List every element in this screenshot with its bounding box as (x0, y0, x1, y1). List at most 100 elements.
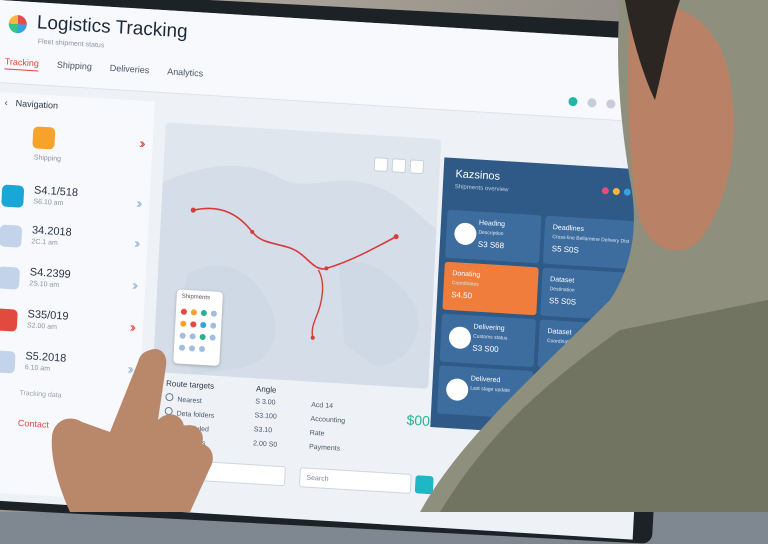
monitor-screen: Logistics Tracking Fleet shipment status… (0, 0, 659, 540)
box-icon (32, 126, 56, 150)
card-desc: Destination (549, 286, 575, 294)
sidebar-item-sub: S6.10 am (33, 198, 64, 208)
stats-value: S3.10 (253, 426, 273, 435)
ship-icon (448, 326, 472, 350)
chevron-right-icon: ›› (131, 276, 136, 293)
sidebar-item-sub: 2C.1 am (31, 238, 58, 247)
shipment-card[interactable]: Delivering Customs status S3 S00 (439, 313, 537, 368)
stats-value: Rate (309, 429, 325, 438)
stats-row[interactable]: Scheduled (163, 420, 210, 434)
app-logo-icon (8, 14, 28, 34)
truck-icon (1, 184, 25, 208)
panel-status-dots (601, 187, 631, 196)
stats-value: Accounting (310, 415, 346, 425)
tab-shipping[interactable]: Shipping (56, 60, 92, 75)
sidebar-header: ‹ Navigation (4, 97, 59, 111)
stats-value: Acd 14 (311, 401, 334, 411)
tab-analytics[interactable]: Analytics (167, 66, 203, 81)
card-value: S4.50 (450, 290, 473, 301)
stats-row[interactable]: Overdues (163, 434, 206, 447)
shipment-card[interactable]: Dataset Destination S5 S0S (540, 267, 633, 322)
chevron-right-icon: ›› (135, 194, 140, 211)
card-desc: Last stage update (470, 385, 511, 394)
header-icons (568, 96, 616, 109)
sidebar-item[interactable]: S4.2399 2S.10 am ›› (0, 264, 138, 303)
card-title: Heading (478, 219, 506, 229)
input-row: Library Search (175, 459, 436, 498)
sidebar-item-value: S4.1/518 (33, 184, 79, 200)
shipment-card[interactable]: Deadlines Cross-line Bellarmine Delivery… (542, 215, 636, 270)
card-desc: Customs status (472, 333, 508, 342)
ship-icon (0, 224, 23, 248)
shipment-card[interactable]: Delivered Last stage update (436, 365, 534, 420)
contact-button[interactable]: Contact (18, 418, 49, 430)
sidebar-item-sub: 2S.10 am (29, 280, 60, 290)
stats-value: S 3.00 (255, 398, 276, 407)
status-dot (612, 187, 621, 196)
shipment-card-active[interactable]: Donating Coordinates S4.50 (442, 261, 539, 316)
search-input[interactable]: Search (298, 467, 412, 494)
user-icon[interactable] (606, 99, 616, 109)
chevron-down-icon[interactable] (409, 159, 425, 175)
tab-tracking[interactable]: Tracking (4, 56, 39, 72)
chevron-right-icon: ›› (129, 318, 134, 335)
page-subtitle: Fleet shipment status (37, 38, 105, 50)
tab-deliveries[interactable]: Deliveries (109, 63, 150, 78)
map-toolbar (373, 157, 425, 175)
card-title: Delivering (473, 323, 505, 333)
stats-value: Payments (308, 443, 341, 453)
stats-value: 2.00 S0 (252, 440, 278, 449)
shipments-panel: Kazsinos Shipments overview Heading Desc… (430, 157, 645, 440)
stats-header: Angle (255, 384, 277, 395)
sidebar-footer-note: Tracking data (19, 389, 62, 400)
plane-icon (453, 222, 477, 246)
route-stats: Route targets Angle Nearest Deta folders… (157, 378, 430, 464)
layers-icon[interactable] (373, 157, 389, 172)
sidebar-item[interactable]: S35/019 S2.00 am ›› (0, 306, 136, 345)
flag-icon (0, 308, 18, 332)
panel-title: Kazsinos (455, 168, 501, 183)
warehouse-icon (0, 350, 16, 374)
stats-value: S3.100 (254, 412, 277, 421)
sidebar-item-value: S4.2399 (29, 266, 72, 281)
sidebar-item-value: S5.2018 (25, 350, 67, 365)
chevron-right-icon: ›› (133, 234, 138, 251)
card-desc: Coordinates (451, 280, 479, 288)
settings-icon[interactable] (587, 98, 597, 108)
chevron-right-icon: ›› (138, 134, 144, 151)
pin-icon (445, 377, 469, 402)
search-button[interactable] (414, 475, 434, 495)
card-title: Dataset (547, 328, 572, 337)
route-map[interactable]: Shipments (152, 122, 442, 389)
card-value: S5 S0S (548, 296, 577, 307)
card-value: S3 S00 (472, 343, 499, 355)
card-desc: Coordination payment (546, 338, 596, 347)
stats-row[interactable]: Nearest (165, 392, 202, 405)
sidebar-item-value: 34.2018 (31, 224, 72, 239)
sidebar-item-sub: S2.00 am (26, 322, 58, 332)
zoom-icon[interactable] (391, 158, 407, 174)
card-value: S3 S68 (477, 239, 505, 251)
panel-subtitle: Shipments overview (454, 184, 509, 194)
status-dot (601, 187, 610, 195)
stats-header: Route targets (165, 378, 215, 391)
stats-row[interactable]: Deta folders (164, 406, 214, 420)
card-title: Delivered (470, 375, 501, 385)
sidebar-item-sub: Shipping (33, 154, 62, 164)
sidebar-item[interactable]: Shipping ›› (4, 123, 145, 164)
notification-icon[interactable] (568, 96, 578, 107)
sidebar-item[interactable]: 34.2018 2C.1 am ›› (0, 222, 140, 261)
sidebar-item[interactable]: S5.2018 6.10 am ›› (0, 348, 134, 387)
library-input[interactable]: Library (175, 459, 286, 487)
sidebar-item[interactable]: S4.1/518 S6.10 am ›› (1, 182, 142, 221)
card-title: Deadlines (552, 224, 585, 234)
back-arrow-icon[interactable]: ‹ (4, 97, 8, 107)
legend-swatches (179, 308, 217, 352)
shipment-card[interactable]: Dataset Coordination payment (537, 319, 630, 373)
status-dot (623, 188, 631, 196)
plane-icon (0, 266, 21, 290)
left-sidebar: ‹ Navigation Shipping ›› S4.1/518 S6.10 a… (0, 91, 155, 502)
card-desc: Cross-line Bellarmine Delivery Dist (552, 234, 630, 245)
card-title: Donating (452, 270, 481, 279)
shipment-card[interactable]: Heading Description S3 S68 (445, 209, 542, 264)
